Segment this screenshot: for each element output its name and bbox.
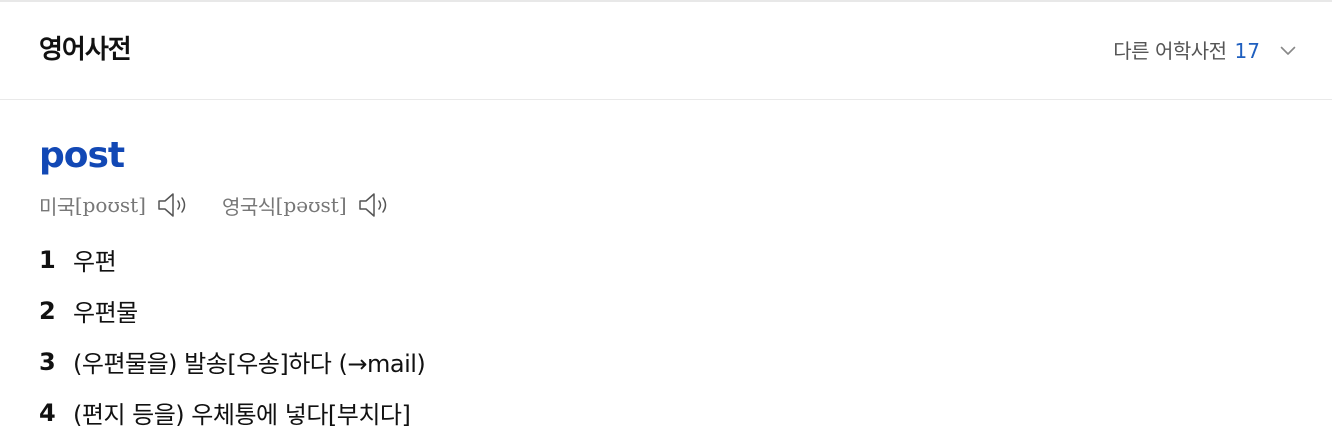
dictionary-title: 영어사전 [39,35,132,65]
pronunciation-region: 미국 [39,194,75,219]
meaning-number: 1 [39,245,56,274]
pronunciation-region: 영국식 [221,194,276,219]
speaker-icon[interactable] [156,191,190,219]
meaning-item: 4 (편지 등을) 우체통에 넣다[부치다] [39,387,425,438]
dictionary-header: 영어사전 다른 어학사전 17 [0,2,1332,100]
meaning-item: 3 (우편물을) 발송[우송]하다 (→mail) [39,336,426,387]
meaning-text: (우편물을) 발송[우송]하다 (→mail) [73,350,426,378]
speaker-icon[interactable] [357,191,391,219]
meaning-number: 4 [39,398,56,427]
meaning-text: 우편물 [73,299,138,327]
pronunciation-ipa: [poʊst] [74,193,146,217]
pronunciation-us: 미국 [poʊst] [39,191,190,220]
pronunciation-row: 미국 [poʊst] 영국식 [pəʊst] [39,188,391,222]
chevron-down-icon [1280,46,1296,55]
headword-link[interactable]: post [39,135,125,176]
meaning-number: 3 [39,347,56,376]
meaning-item: 1 우편 [39,234,425,285]
meaning-text: (편지 등을) 우체통에 넣다[부치다] [73,401,411,429]
meaning-number: 2 [39,296,56,325]
meaning-item: 2 우편물 [39,285,425,336]
other-dictionaries-label: 다른 어학사전 [1113,39,1227,63]
dictionary-card: 영어사전 다른 어학사전 17 post 미국 [poʊst] 영국식 [pəʊ… [0,0,1332,440]
meaning-list: 1 우편 2 우편물 3 (우편물을) 발송[우송]하다 (→mail) 4 (… [39,234,426,438]
pronunciation-ipa: [pəʊst] [275,193,347,217]
other-dictionaries-count: 17 [1234,39,1260,63]
other-dictionaries-toggle[interactable]: 다른 어학사전 17 [1113,36,1296,66]
entry-headword-wrap: post [39,132,125,180]
pronunciation-uk: 영국식 [pəʊst] [222,191,391,220]
meaning-text: 우편 [73,248,117,276]
